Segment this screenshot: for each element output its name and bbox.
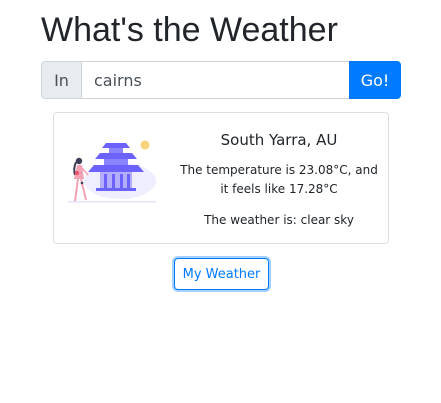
feels-like-line: it feels like 17.28°C: [220, 182, 338, 196]
location-label: South Yarra, AU: [220, 131, 338, 149]
weather-details: South Yarra, AU The temperature is 23.08…: [174, 129, 384, 229]
weather-app: What's the Weather In Go!: [0, 0, 441, 403]
city-search-input[interactable]: [82, 61, 349, 99]
my-weather-button[interactable]: My Weather: [174, 258, 269, 290]
temperature-text: The temperature is 23.08°C, and it feels…: [174, 161, 384, 199]
pagoda-woman-illustration-icon: [68, 140, 156, 203]
temperature-line: The temperature is 23.08°C, and: [180, 163, 378, 177]
weather-description: The weather is: clear sky: [204, 213, 354, 227]
page-title: What's the Weather: [41, 11, 338, 49]
weather-card: South Yarra, AU The temperature is 23.08…: [53, 112, 389, 244]
go-button[interactable]: Go!: [349, 61, 401, 99]
input-prefix-label: In: [41, 61, 82, 99]
city-search-group: In Go!: [41, 61, 401, 99]
